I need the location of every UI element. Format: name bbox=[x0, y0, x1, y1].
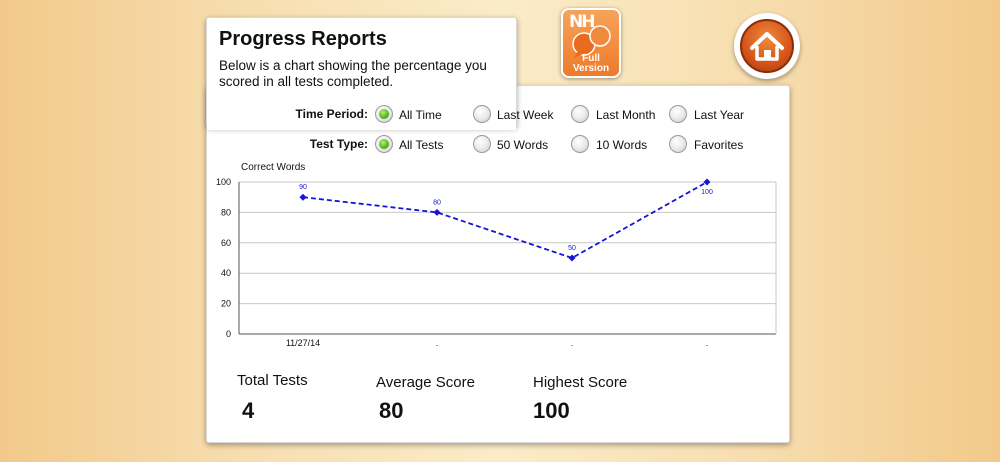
option-50-words: 50 Words bbox=[497, 138, 549, 152]
y-tick-label: 40 bbox=[221, 268, 231, 278]
option-last-year: Last Year bbox=[694, 108, 745, 122]
badge-line-2: Version bbox=[572, 63, 610, 74]
radio-10-words[interactable] bbox=[571, 135, 589, 153]
highest-score-value: 100 bbox=[533, 398, 570, 423]
page-title: Progress Reports bbox=[219, 28, 387, 50]
option-all-time: All Time bbox=[399, 108, 442, 122]
option-all-tests: All Tests bbox=[399, 138, 444, 152]
radio-last-week[interactable] bbox=[473, 105, 491, 123]
option-last-month: Last Month bbox=[596, 108, 656, 122]
option-favorites: Favorites bbox=[694, 138, 744, 152]
average-score-label: Average Score bbox=[376, 374, 475, 391]
data-point bbox=[703, 178, 711, 186]
radio-all-time[interactable] bbox=[375, 105, 393, 123]
radio-50-words[interactable] bbox=[473, 135, 491, 153]
highest-score-label: Highest Score bbox=[533, 374, 628, 391]
average-score-value: 80 bbox=[379, 398, 404, 423]
data-point bbox=[433, 208, 441, 216]
x-tick-label: . bbox=[706, 338, 709, 348]
line-chart: Correct Words 0 20 40 60 80 100 11/27/14.. . 90 80… bbox=[216, 162, 777, 348]
option-last-week: Last Week bbox=[497, 108, 554, 122]
x-tick-label: 11/27/14 bbox=[286, 338, 320, 348]
data-point bbox=[568, 254, 576, 262]
time-period-label: Time Period: bbox=[295, 107, 368, 121]
total-tests-value: 4 bbox=[242, 398, 255, 423]
data-label: 90 bbox=[299, 184, 307, 191]
full-version-badge[interactable]: NH Full Version bbox=[561, 8, 621, 78]
x-tick-label: . bbox=[436, 338, 439, 348]
y-tick-label: 0 bbox=[226, 329, 231, 339]
home-button[interactable] bbox=[734, 13, 800, 79]
radio-last-year[interactable] bbox=[669, 105, 687, 123]
full-version-label: Full Version bbox=[563, 54, 619, 74]
x-tick-label: . bbox=[571, 338, 574, 348]
radio-all-tests[interactable] bbox=[375, 135, 393, 153]
radio-favorites[interactable] bbox=[669, 135, 687, 153]
home-icon bbox=[750, 32, 784, 61]
radio-last-month[interactable] bbox=[571, 105, 589, 123]
data-label: 50 bbox=[568, 245, 576, 252]
test-type-label: Test Type: bbox=[309, 137, 368, 151]
y-tick-label: 100 bbox=[216, 177, 231, 187]
data-label: 100 bbox=[701, 189, 713, 196]
y-tick-label: 60 bbox=[221, 238, 231, 248]
total-tests-label: Total Tests bbox=[237, 372, 308, 389]
option-10-words: 10 Words bbox=[596, 138, 648, 152]
y-axis-title: Correct Words bbox=[241, 162, 305, 173]
score-chart: Correct Words 0 20 40 60 80 100 11/27/14... 90 80… bbox=[207, 155, 787, 355]
data-point bbox=[299, 193, 307, 201]
series-line bbox=[302, 181, 708, 259]
page-description: Below is a chart showing the percentage … bbox=[219, 58, 487, 89]
home-button-face bbox=[740, 19, 794, 73]
y-tick-label: 20 bbox=[221, 299, 231, 309]
y-tick-label: 80 bbox=[221, 207, 231, 217]
data-label: 80 bbox=[433, 199, 441, 206]
